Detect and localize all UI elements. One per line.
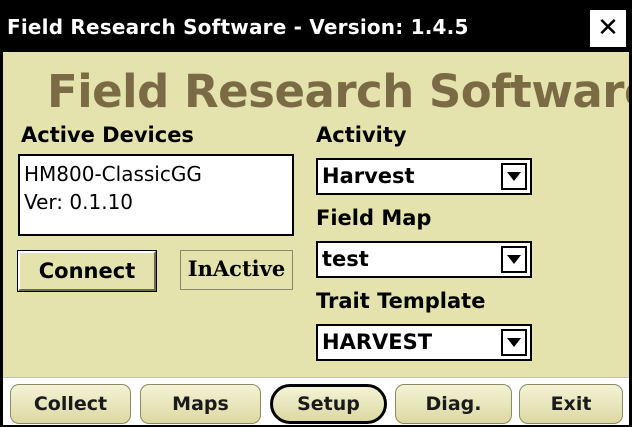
active-devices-label: Active Devices [21,123,194,147]
activity-value: Harvest [322,164,415,188]
title-bar: Field Research Software - Version: 1.4.5… [3,3,629,52]
bottom-tab-bar: Collect Maps Setup Diag. Exit [3,377,629,425]
trait-template-dropdown-button[interactable] [501,329,527,356]
chevron-down-icon [507,172,521,181]
tab-collect[interactable]: Collect [10,384,131,424]
app-window: Field Research Software - Version: 1.4.5… [0,0,632,427]
tab-exit[interactable]: Exit [519,384,623,424]
trait-template-value: HARVEST [322,330,433,354]
banner-title: Field Research Software [47,72,629,118]
field-map-value: test [322,247,369,271]
close-button[interactable]: ✕ [590,10,626,47]
field-map-select[interactable]: test [316,241,532,278]
main-panel: Field Research Software Active Devices H… [3,52,629,377]
field-map-dropdown-button[interactable] [501,246,527,273]
chevron-down-icon [507,255,521,264]
activity-select[interactable]: Harvest [316,158,532,195]
tab-maps[interactable]: Maps [140,384,261,424]
trait-template-label: Trait Template [316,289,486,313]
field-map-label: Field Map [316,206,432,230]
banner: Field Research Software [47,72,629,118]
tab-diag[interactable]: Diag. [395,384,512,424]
active-devices-list[interactable]: HM800-ClassicGG Ver: 0.1.10 [18,154,294,236]
activity-label: Activity [316,123,407,147]
activity-dropdown-button[interactable] [501,163,527,190]
tab-setup[interactable]: Setup [270,384,387,424]
window-title: Field Research Software - Version: 1.4.5 [7,15,469,39]
device-name: HM800-ClassicGG [24,162,202,186]
connection-status: InActive [180,250,293,290]
connect-button[interactable]: Connect [17,250,157,292]
device-version: Ver: 0.1.10 [24,190,134,214]
trait-template-select[interactable]: HARVEST [316,324,532,361]
chevron-down-icon [507,338,521,347]
close-icon: ✕ [597,13,619,43]
